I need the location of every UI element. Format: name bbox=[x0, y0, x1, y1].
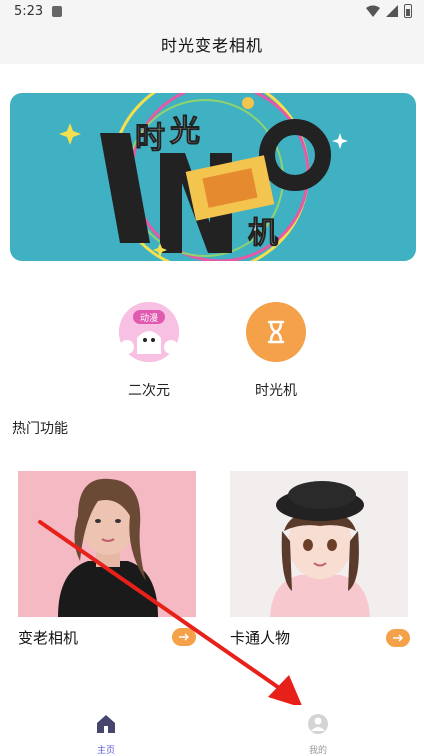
wifi-icon bbox=[366, 5, 380, 17]
aging-arrow-button[interactable] bbox=[172, 628, 196, 646]
aging-photo bbox=[18, 471, 196, 617]
status-icons bbox=[366, 4, 412, 18]
arrow-right-icon bbox=[393, 634, 404, 642]
arrow-right-icon bbox=[179, 633, 190, 641]
status-time: 5:23 bbox=[14, 4, 44, 19]
aging-title: 变老相机 bbox=[18, 629, 79, 647]
svg-text:机: 机 bbox=[248, 216, 278, 251]
tab-home[interactable]: 主页 bbox=[86, 713, 126, 755]
feature-card-aging[interactable]: 变老相机 bbox=[18, 471, 196, 648]
signal-icon bbox=[386, 5, 398, 17]
anime-icon: 动漫 bbox=[119, 302, 179, 362]
tab-home-label: 主页 bbox=[96, 746, 115, 755]
svg-text:光: 光 bbox=[170, 114, 200, 149]
page-title: 时光变老相机 bbox=[160, 36, 263, 55]
home-icon bbox=[97, 715, 115, 733]
svg-text:时: 时 bbox=[135, 121, 165, 156]
bottom-tab-bar: 主页 我的 bbox=[0, 705, 424, 755]
feature-card-cartoon[interactable]: 卡通人物 bbox=[230, 471, 410, 648]
status-bar: 5:23 bbox=[0, 0, 424, 24]
category-time-machine[interactable]: 时光机 bbox=[244, 302, 308, 400]
category-anime[interactable]: 动漫 二次元 bbox=[117, 302, 181, 400]
hourglass-icon bbox=[246, 302, 306, 362]
category-time-machine-label: 时光机 bbox=[255, 383, 297, 399]
cartoon-photo bbox=[230, 471, 408, 617]
notification-icon bbox=[52, 6, 62, 17]
tab-profile[interactable]: 我的 bbox=[298, 713, 338, 755]
cartoon-arrow-button[interactable] bbox=[386, 629, 410, 647]
hot-features-title: 热门功能 bbox=[12, 421, 68, 437]
battery-icon bbox=[404, 4, 412, 18]
anime-badge: 动漫 bbox=[140, 312, 158, 324]
cartoon-title: 卡通人物 bbox=[230, 629, 291, 647]
app-header: 时光变老相机 bbox=[0, 24, 424, 64]
banner-illustration: 时 光 机 bbox=[59, 93, 348, 261]
category-anime-label: 二次元 bbox=[128, 383, 170, 399]
profile-icon bbox=[308, 714, 328, 734]
banner-image[interactable]: 时 光 机 bbox=[10, 93, 416, 261]
tab-profile-label: 我的 bbox=[308, 746, 327, 755]
